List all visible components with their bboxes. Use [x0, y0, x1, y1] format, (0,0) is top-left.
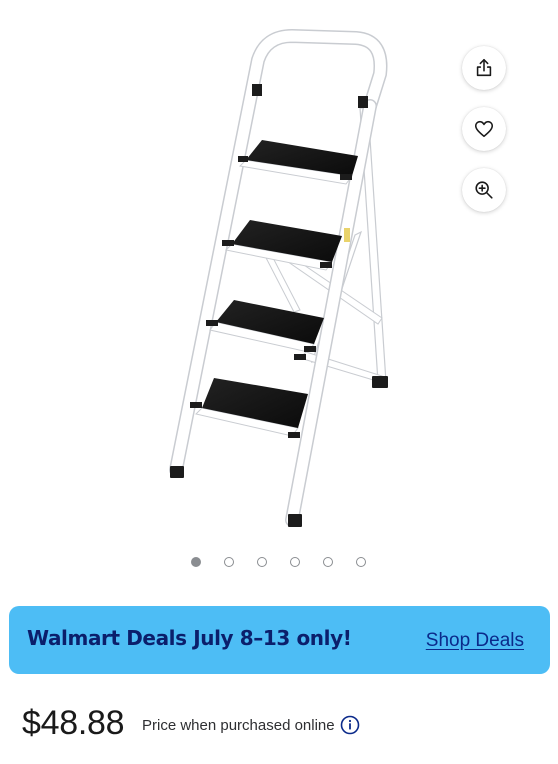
ladder-step [206, 300, 324, 360]
heart-icon [473, 118, 495, 140]
carousel-dot[interactable] [224, 557, 234, 567]
carousel-dot[interactable] [290, 557, 300, 567]
product-price: $48.88 [22, 704, 125, 742]
favorite-button[interactable] [462, 107, 506, 151]
shop-deals-link[interactable]: Shop Deals [426, 630, 524, 652]
carousel-dot[interactable] [356, 557, 366, 567]
price-note: Price when purchased online [142, 717, 335, 734]
carousel-dot[interactable] [257, 557, 267, 567]
ladder-step [238, 140, 358, 185]
carousel-indicator [0, 556, 558, 570]
price-info-button[interactable] [340, 715, 360, 735]
deals-banner-title: Walmart Deals July 8–13 only! [27, 626, 352, 650]
deals-banner[interactable]: Walmart Deals July 8–13 only! Shop Deals [9, 606, 550, 674]
carousel-dot[interactable] [323, 557, 333, 567]
ladder-step [190, 378, 308, 438]
share-button[interactable] [462, 46, 506, 90]
info-icon [340, 715, 360, 739]
zoom-button[interactable] [462, 168, 506, 212]
ladder-step [222, 220, 350, 271]
share-icon [473, 57, 495, 79]
carousel-dot[interactable] [191, 557, 201, 567]
zoom-in-icon [473, 179, 495, 201]
